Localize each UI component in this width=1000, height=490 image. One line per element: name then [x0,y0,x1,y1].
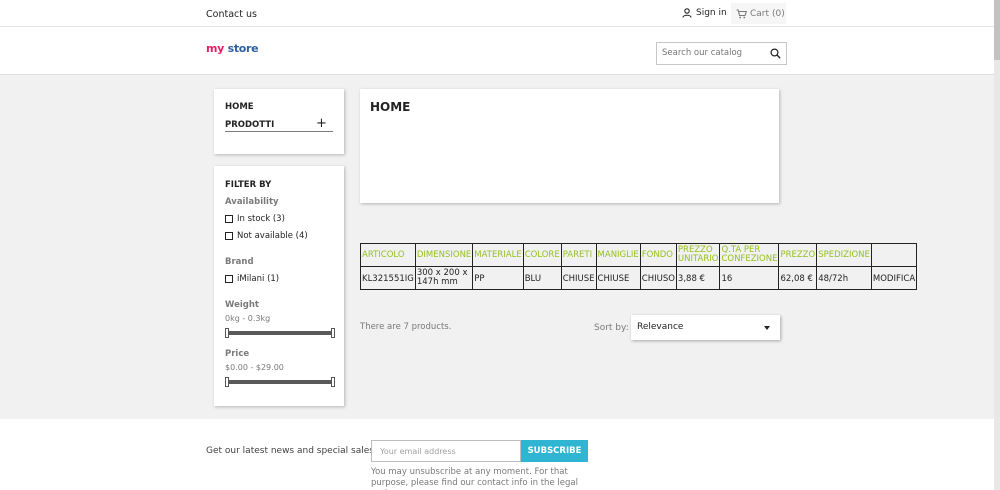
store-logo[interactable]: my store [206,42,259,55]
price-slider-max-handle[interactable] [331,377,335,387]
search-icon[interactable] [770,48,781,59]
caret-down-icon [764,326,770,330]
table-cell: 62,08 € [778,266,818,290]
table-header [870,243,918,267]
filter-title: FILTER BY [225,180,272,190]
sort-label: Sort by: [594,323,629,333]
table-cell: MODIFICA [870,266,918,290]
newsletter-email-input[interactable]: Your email address [371,440,521,462]
sort-select[interactable]: Relevance [631,315,780,340]
table-header: ARTICOLO [360,243,416,267]
table-header: COLORE [522,243,562,267]
scroll-thumb[interactable] [994,0,1000,60]
availability-label: Availability [225,197,279,207]
table-cell: KL321551IG [360,266,416,290]
checkbox-not-available[interactable] [225,232,233,240]
not-available-label: Not available (4) [237,231,308,241]
table-cell: 300 x 200 x 147h mm [414,266,474,290]
logo-word-my: my [206,42,225,55]
product-spec-table: ARTICOLO DIMENSIONE MATERIALE COLORE PAR… [360,243,918,290]
price-range: $0.00 - $29.00 [225,363,284,372]
table-cell: CHIUSE [595,266,641,290]
table-cell: CHIUSO [639,266,677,290]
table-header: DIMENSIONE [414,243,474,267]
table-cell: CHIUSE [560,266,597,290]
cart-count: (0) [772,8,785,19]
page-scrollbar[interactable] [994,0,1000,490]
page-title: HOME [370,100,411,114]
category-home[interactable]: HOME [225,102,254,112]
table-header: MANIGLIE [595,243,641,267]
weight-slider[interactable] [225,328,335,338]
price-slider-min-handle[interactable] [225,377,229,387]
filter-panel: FILTER BY Availability In stock (3) Not … [214,166,344,406]
cart-button[interactable]: Cart (0) [731,3,786,24]
filter-brand-imilani[interactable]: iMilani (1) [225,274,279,284]
cart-label: Cart [750,8,770,19]
filter-in-stock[interactable]: In stock (3) [225,214,285,224]
newsletter-note: You may unsubscribe at any moment. For t… [371,467,578,490]
imilani-label: iMilani (1) [237,274,280,284]
price-slider[interactable] [225,377,335,387]
table-cell: BLU [522,266,562,290]
in-stock-label: In stock (3) [237,214,285,224]
product-count: There are 7 products. [360,322,452,332]
subscribe-button[interactable]: SUBSCRIBE [521,440,588,462]
sort-selected-value: Relevance [637,322,684,332]
weight-range: 0kg - 0.3kg [225,314,271,323]
table-header: SPEDIZIONE [816,243,872,267]
newsletter-text: Get our latest news and special sales [206,446,374,456]
table-header-row: ARTICOLO DIMENSIONE MATERIALE COLORE PAR… [360,243,918,267]
top-bar [0,0,994,27]
table-cell: PP [472,266,524,290]
site-header [0,27,994,75]
table-header: PARETI [560,243,597,267]
weight-slider-min-handle[interactable] [225,328,229,338]
table-cell: 48/72h [816,266,872,290]
checkbox-in-stock[interactable] [225,215,233,223]
sign-in-link[interactable]: Sign in [682,8,727,18]
category-prodotti[interactable]: PRODOTTI [225,120,274,130]
table-header: PREZZO [778,243,818,267]
filter-not-available[interactable]: Not available (4) [225,231,308,241]
category-header-card: HOME [360,89,779,203]
price-label: Price [225,349,250,359]
table-header: Q.TA PER CONFEZIONE [719,243,780,267]
expand-plus-icon[interactable]: + [316,116,327,131]
checkbox-imilani[interactable] [225,275,233,283]
brand-label: Brand [225,257,254,267]
user-icon [682,8,692,18]
weight-label: Weight [225,300,259,310]
table-cell: 16 [719,266,780,290]
sign-in-label: Sign in [696,8,727,18]
table-cell: 3,88 € [675,266,721,290]
search-box[interactable] [656,42,787,65]
weight-slider-max-handle[interactable] [331,328,335,338]
table-header: FONDO [639,243,677,267]
category-tree: HOME PRODOTTI + [214,89,344,154]
contact-us-link[interactable]: Contact us [206,9,257,20]
logo-word-store: store [227,42,259,55]
cart-icon [736,8,747,18]
table-header: MATERIALE [472,243,524,267]
category-divider [225,131,333,132]
search-input[interactable] [662,48,762,58]
table-row: KL321551IG 300 x 200 x 147h mm PP BLU CH… [360,266,918,290]
table-header: PREZZO UNITARIO [675,243,721,267]
